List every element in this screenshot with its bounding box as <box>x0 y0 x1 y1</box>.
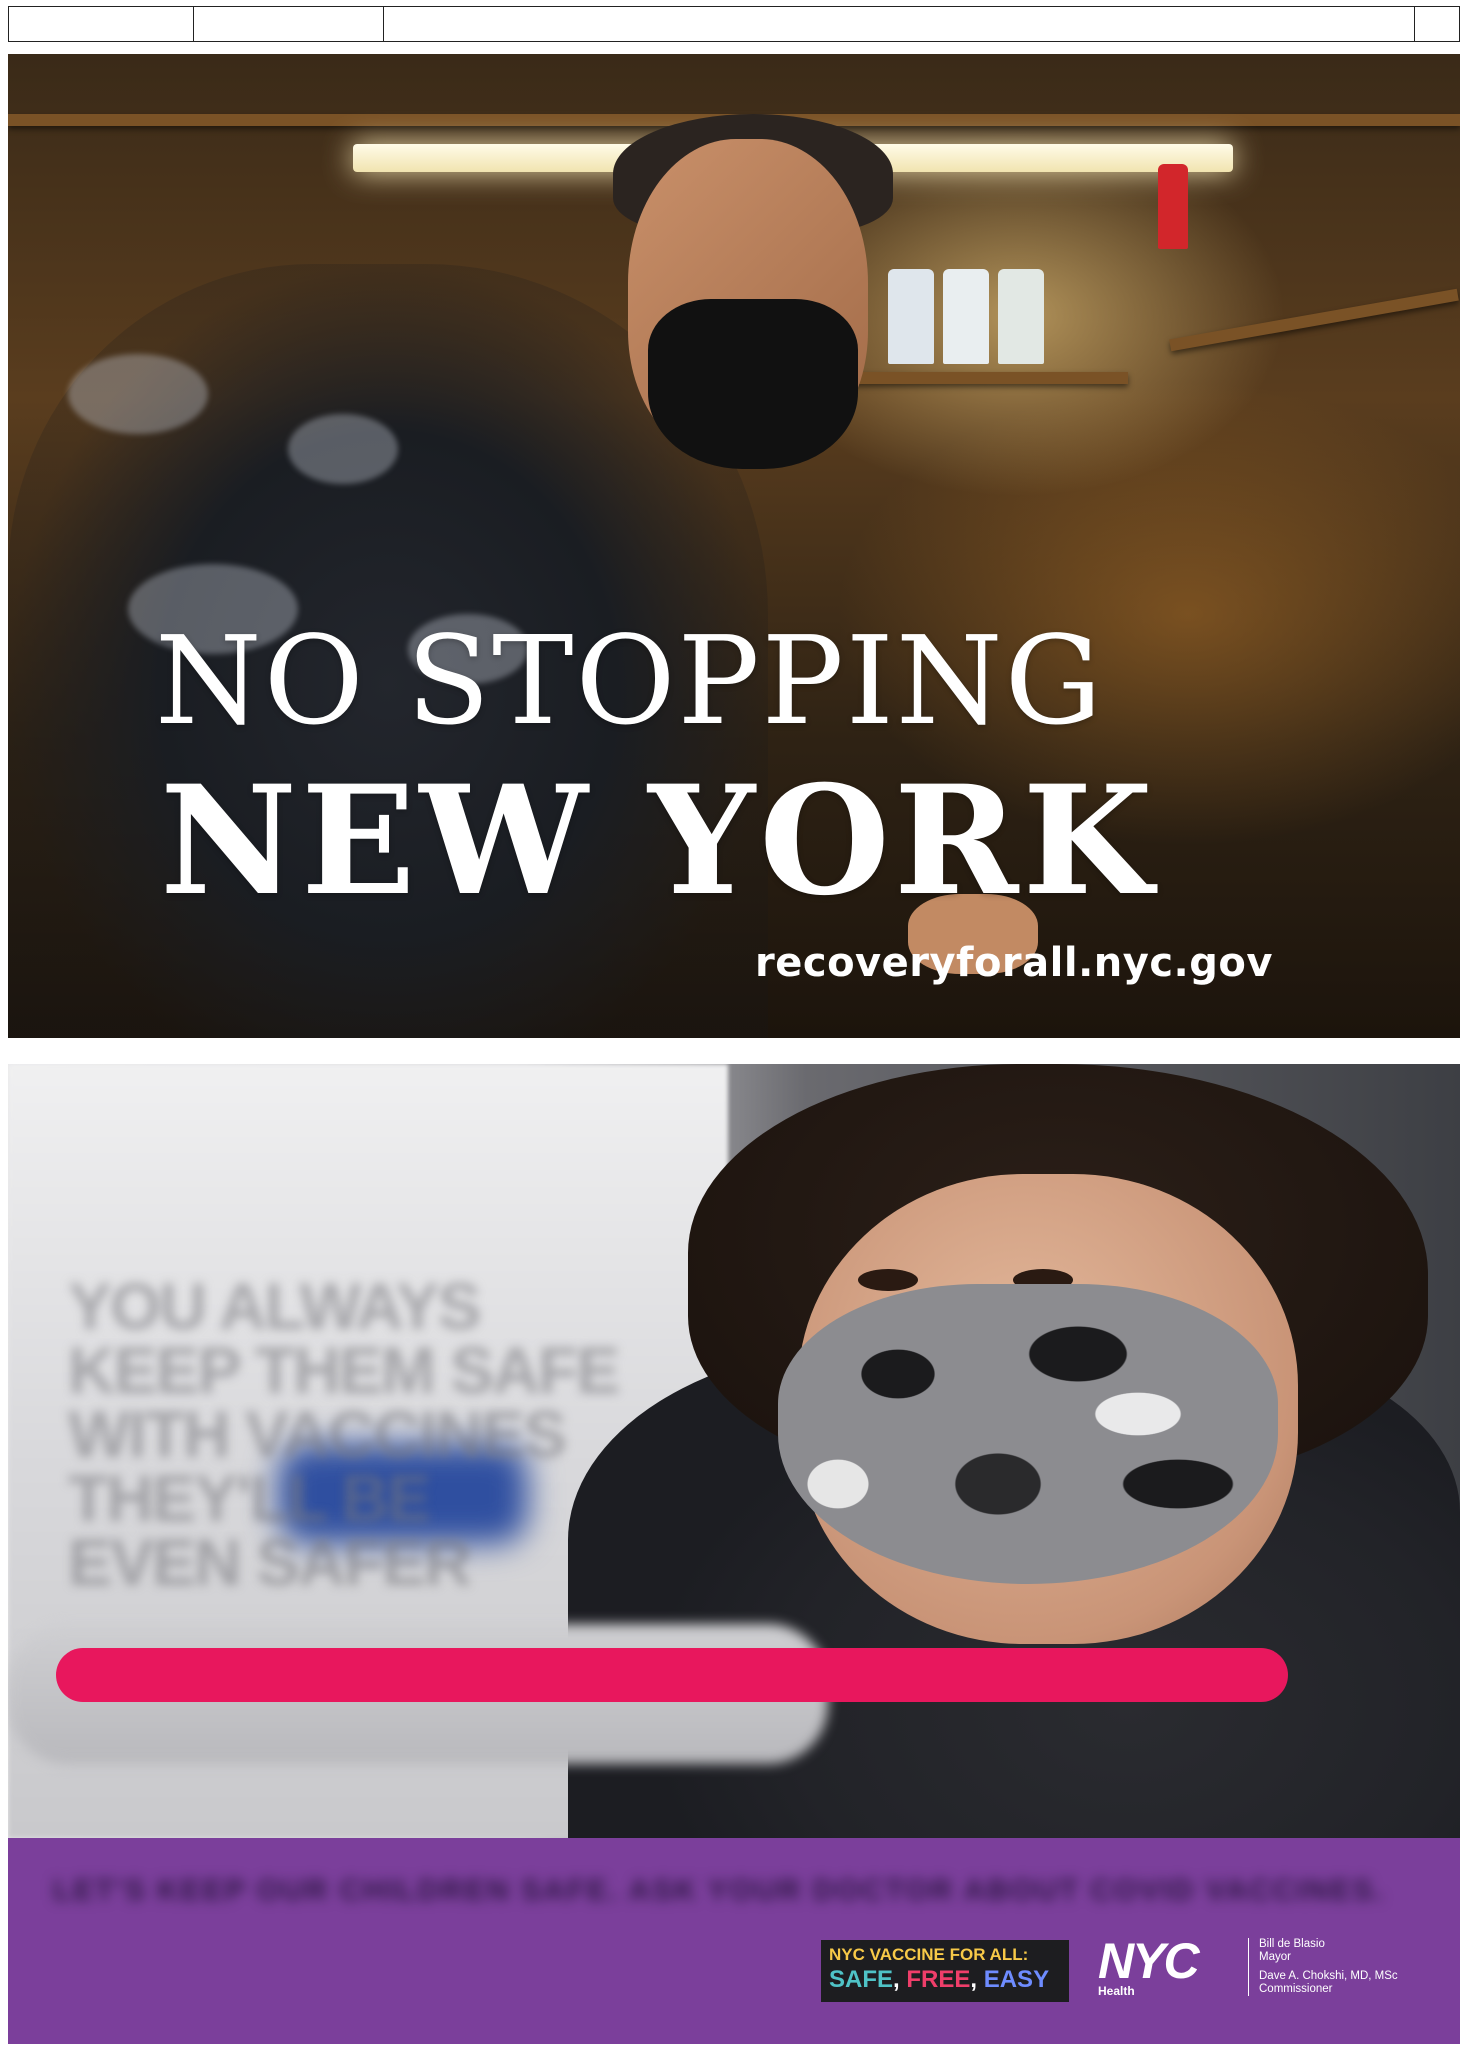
badge-slogan: SAFE, FREE, EASY <box>829 1966 1061 1994</box>
spray-can <box>998 269 1044 364</box>
word-free: FREE <box>906 1966 971 1993</box>
nyc-health-logo: NYC Health <box>1098 1933 1216 2008</box>
commissioner-title: Commissioner <box>1259 1983 1333 1995</box>
header-cell <box>194 7 385 41</box>
headline-no-stopping: NO STOPPING <box>155 610 1105 752</box>
shelf <box>1169 288 1459 352</box>
red-flashlight <box>1158 164 1188 249</box>
badge-title: NYC VACCINE FOR ALL: <box>829 1945 1029 1964</box>
comma: , <box>893 1966 907 1993</box>
shirt-pattern <box>68 354 208 434</box>
camo-face-mask <box>778 1284 1278 1584</box>
recovery-url: recoveryforall.nyc.gov <box>755 940 1273 986</box>
officials-block: Bill de Blasio Mayor Dave A. Chokshi, MD… <box>1248 1938 1398 1996</box>
shirt-pattern <box>288 414 398 484</box>
word-easy: EASY <box>983 1966 1050 1993</box>
accent-bar <box>56 1648 1288 1702</box>
spray-can <box>943 269 989 364</box>
eye <box>858 1269 918 1291</box>
blurred-headline: YOU ALWAYS KEEP THEM SAFE WITH VACCINES … <box>68 1269 620 1600</box>
mayor-name: Bill de Blasio <box>1259 1938 1325 1950</box>
comma: , <box>970 1966 984 1993</box>
ad-panel-vaccine-youth: YOU ALWAYS KEEP THEM SAFE WITH VACCINES … <box>8 1064 1460 1838</box>
header-cell <box>1415 7 1459 41</box>
header-row <box>8 6 1460 42</box>
vaccine-for-all-badge: NYC VACCINE FOR ALL: SAFE, FREE, EASY <box>821 1940 1069 2002</box>
headline-new-york: NEW YORK <box>160 753 1157 929</box>
word-safe: SAFE <box>829 1966 894 1993</box>
header-cell <box>9 7 194 41</box>
commissioner-name: Dave A. Chokshi, MD, MSc <box>1259 1970 1398 1982</box>
spray-can <box>888 269 934 364</box>
footer-banner: LET'S KEEP OUR CHILDREN SAFE. ASK YOUR D… <box>8 1838 1460 2044</box>
nyc-logo-mark: NYC <box>1098 1933 1200 1989</box>
mayor-title: Mayor <box>1259 1951 1291 1963</box>
blurred-footer-text: LET'S KEEP OUR CHILDREN SAFE. ASK YOUR D… <box>53 1874 1385 1907</box>
header-cell <box>384 7 1416 41</box>
black-face-mask <box>648 299 858 469</box>
